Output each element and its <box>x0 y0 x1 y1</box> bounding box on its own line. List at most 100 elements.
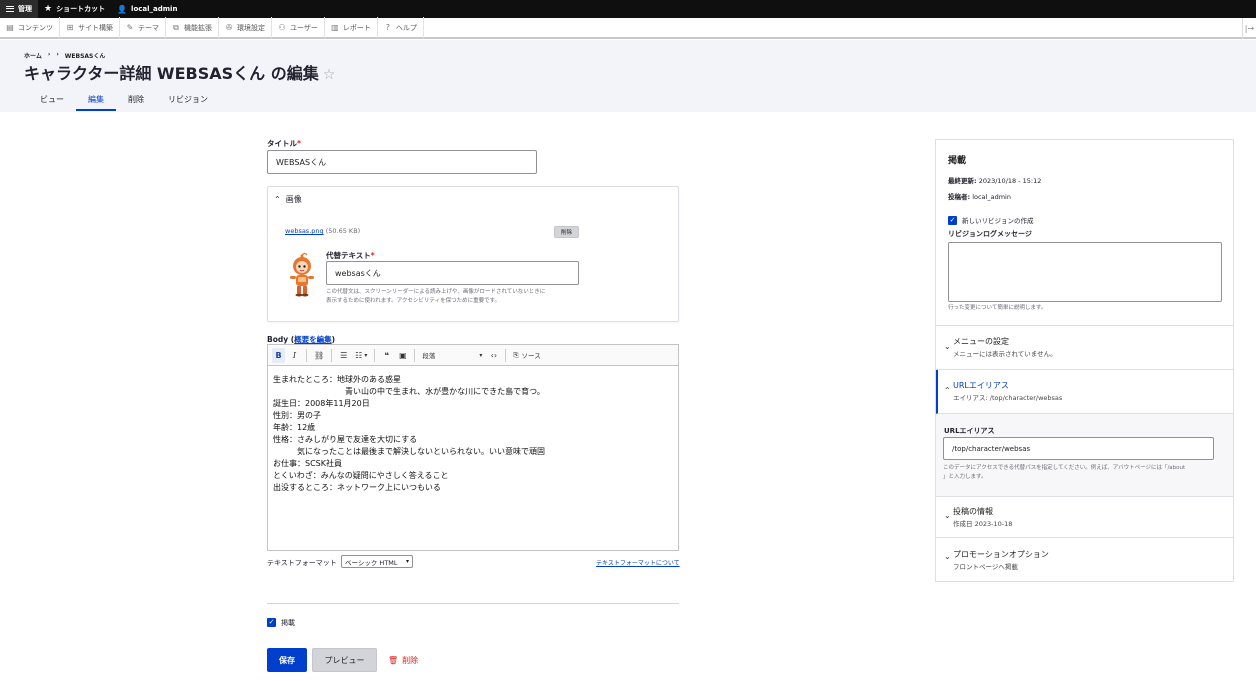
toolbar-separator <box>374 348 376 362</box>
url-alias-help: このデータにアクセスできる代替パスを指定してください。例えば、アバウトページには… <box>943 464 1185 482</box>
published-checkbox[interactable]: ✓ <box>267 618 276 627</box>
tray-item-label: 環境設定 <box>237 23 265 32</box>
image-section-label: 画像 <box>285 195 302 204</box>
body-editor[interactable]: 生まれたところ：地球外のある惑星 青い山の中で生まれ、水が豊かな川にできた島で育… <box>267 365 679 551</box>
bulleted-list-button[interactable]: ☰ <box>337 348 350 363</box>
tab-delete[interactable]: 削除 <box>116 92 156 111</box>
tray-orientation-toggle[interactable]: |→ <box>1242 18 1256 39</box>
heading-select[interactable]: 段落 ▾ <box>420 348 484 363</box>
tray-item-extend[interactable]: ⧉ 機能拡張 <box>166 17 219 38</box>
tray-item-help[interactable]: ? ヘルプ <box>378 17 424 38</box>
url-alias-section-body: URLエイリアス /top/character/websas このデータにアクセ… <box>936 414 1233 497</box>
title-label-text: タイトル <box>267 139 297 148</box>
body-line: 生まれたところ：地球外のある惑星 <box>273 375 401 384</box>
chevron-down-icon: ⌄ <box>944 511 951 520</box>
preview-button[interactable]: プレビュー <box>312 648 377 672</box>
bold-button[interactable]: B <box>272 347 285 363</box>
image-insert-button[interactable]: ▣ <box>396 348 409 363</box>
divider <box>267 603 679 604</box>
breadcrumb: ホーム › › WEBSASくん <box>24 51 105 60</box>
source-icon: ⎘ <box>513 350 519 359</box>
tray-item-config[interactable]: ✇ 環境設定 <box>219 17 272 38</box>
numbered-list-button[interactable]: ☷ ▾ <box>353 348 369 363</box>
alt-help-line: この代替文は、スクリーンリーダーによる読み上げや、画像がロードされていないときに <box>326 289 546 295</box>
image-file-info: websas.png (50.65 KB) <box>285 227 360 235</box>
alt-label-text: 代替テキスト <box>326 251 371 260</box>
menu-settings-section[interactable]: ⌄ メニューの設定 メニューには表示されていません。 <box>936 326 1233 370</box>
image-remove-button[interactable]: 削除 <box>554 226 579 238</box>
image-section-toggle[interactable]: ⌃ 画像 <box>274 194 302 205</box>
wrench-icon: ✇ <box>225 23 233 32</box>
chevron-down-icon: ▾ <box>405 558 409 565</box>
new-revision-checkbox[interactable]: ✓ <box>948 215 957 225</box>
menu-settings-summary: メニューには表示されていません。 <box>953 350 1057 358</box>
person-icon: 👤 <box>117 4 128 14</box>
tab-view[interactable]: ビュー <box>28 92 76 111</box>
tray-item-label: 機能拡張 <box>184 23 212 32</box>
code-icon: ‹› <box>490 350 498 360</box>
promotion-section[interactable]: ⌄ プロモーションオプション フロントページへ掲載 <box>936 538 1233 581</box>
manage-menu-button[interactable]: 管理 <box>0 0 38 18</box>
source-button[interactable]: ⎘ ソース <box>511 348 542 363</box>
help-icon: ? <box>385 23 390 32</box>
shortcuts-button[interactable]: ★ ショートカット <box>38 0 111 18</box>
url-alias-help-line: 」と入力します。 <box>943 474 987 480</box>
numbered-list-icon: ☷ <box>355 350 363 360</box>
url-alias-section-header[interactable]: ⌃ URLエイリアス エイリアス: /top/character/websas <box>936 370 1233 414</box>
favorite-star-icon[interactable]: ☆ <box>323 67 336 83</box>
italic-button[interactable]: I <box>288 348 301 363</box>
delete-link[interactable]: 🗑 削除 <box>388 655 418 666</box>
status-section: 掲載 最終更新: 2023/10/18 - 15:12 投稿者: local_a… <box>936 140 1233 326</box>
revision-log-help: 行った変更について簡単に説明します。 <box>948 305 1047 311</box>
promotion-title: プロモーションオプション <box>953 550 1049 559</box>
tray-item-people[interactable]: ⚇ ユーザー <box>272 17 325 38</box>
bar-chart-icon: ▥ <box>331 23 339 32</box>
meta-sidebar: 掲載 最終更新: 2023/10/18 - 15:12 投稿者: local_a… <box>935 139 1234 582</box>
tray-item-label: レポート <box>342 23 371 32</box>
bulleted-list-icon: ☰ <box>340 350 348 360</box>
breadcrumb-home-link[interactable]: ホーム <box>24 51 42 60</box>
title-field-label: タイトル* <box>267 138 301 149</box>
alt-help-line: 表示するために使われます。アクセシビリティを保つために重要です。 <box>326 298 501 304</box>
source-label: ソース <box>521 352 541 360</box>
user-menu-button[interactable]: 👤 local_admin <box>111 0 183 18</box>
save-button[interactable]: 保存 <box>267 648 307 672</box>
edit-summary-link[interactable]: 概要を編集 <box>294 335 332 344</box>
updated-label: 最終更新: <box>948 177 977 185</box>
puzzle-icon: ⧉ <box>173 22 179 32</box>
body-line: 性格：さみしがり屋で友達を大切にする <box>273 435 418 444</box>
new-revision-row: ✓ 新しいリビジョンの作成 <box>948 215 1221 225</box>
alt-text-input[interactable]: websasくん <box>326 261 579 285</box>
blockquote-button[interactable]: ❝ <box>380 348 393 363</box>
authoring-section[interactable]: ⌄ 投稿の情報 作成日 2023-10-18 <box>936 497 1233 538</box>
alt-text-help: この代替文は、スクリーンリーダーによる読み上げや、画像がロードされていないときに… <box>326 288 545 306</box>
tray-item-content[interactable]: ▤ コンテンツ <box>0 17 60 38</box>
primary-tabs: ビュー 編集 削除 リビジョン <box>28 92 220 111</box>
status-title: 掲載 <box>948 156 967 166</box>
text-format-value: ベーシック HTML <box>345 558 398 567</box>
tab-revisions[interactable]: リビジョン <box>156 92 220 111</box>
breadcrumb-current[interactable]: WEBSASくん <box>65 51 106 60</box>
tray-item-reports[interactable]: ▥ レポート <box>325 17 378 38</box>
tray-item-structure[interactable]: ⊞ サイト構築 <box>60 17 120 38</box>
url-alias-input[interactable]: /top/character/websas <box>943 437 1214 460</box>
title-input[interactable]: WEBSASくん <box>267 150 537 174</box>
code-button[interactable]: ‹› <box>487 348 500 363</box>
link-button[interactable]: ⛓ <box>312 348 326 363</box>
author-row: 投稿者: local_admin <box>948 191 1221 201</box>
tray-item-appearance[interactable]: ✎ テーマ <box>120 17 166 38</box>
star-icon: ★ <box>44 4 53 14</box>
text-format-about-link[interactable]: テキストフォーマットについて <box>596 558 680 567</box>
brush-icon: ✎ <box>126 23 134 32</box>
body-label-text: Body ( <box>267 335 295 344</box>
image-file-link[interactable]: websas.png <box>285 227 324 235</box>
revision-log-textarea[interactable] <box>948 242 1222 302</box>
chevron-down-icon: ⌄ <box>944 552 951 561</box>
file-icon: ▤ <box>6 23 14 32</box>
tab-edit[interactable]: 編集 <box>76 92 116 111</box>
text-format-select[interactable]: ベーシック HTML ▾ <box>341 555 413 568</box>
trash-icon: 🗑 <box>388 656 399 665</box>
quote-icon: ❝ <box>384 350 390 360</box>
page-title-text: キャラクター詳細 WEBSASくん の編集 <box>24 64 319 83</box>
sitemap-icon: ⊞ <box>66 23 74 32</box>
